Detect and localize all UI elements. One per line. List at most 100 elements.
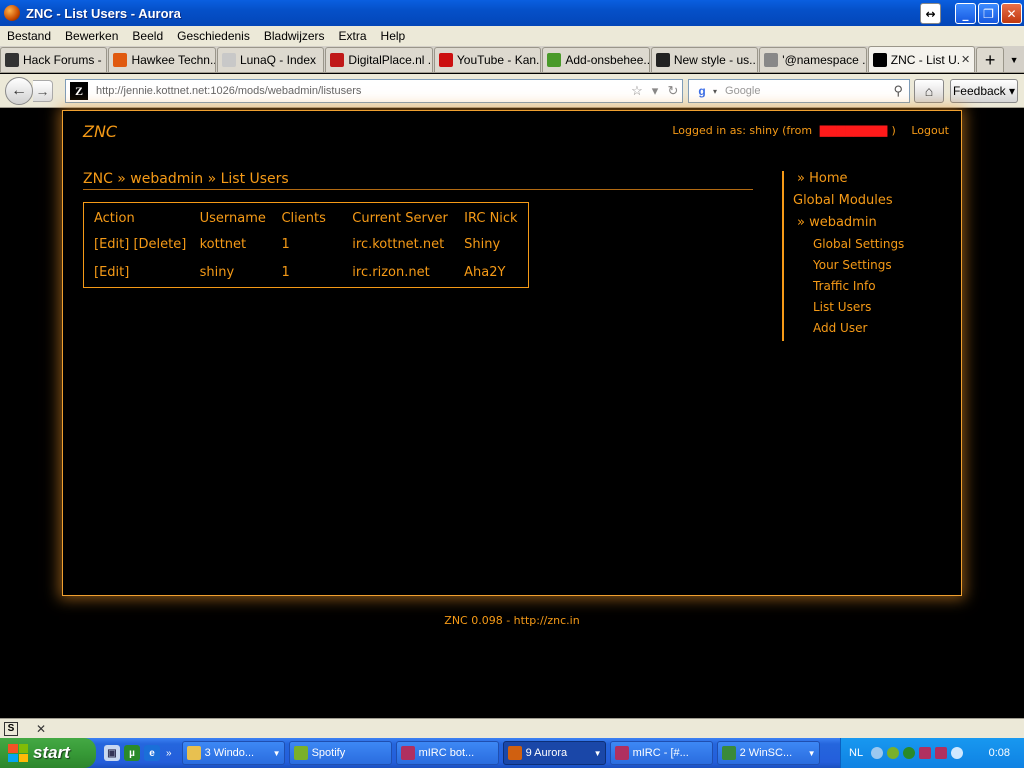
tab-6[interactable]: Add-onsbehee...: [542, 47, 650, 72]
tab-1[interactable]: Hack Forums - ...: [0, 47, 108, 72]
tab-7[interactable]: New style - us...: [650, 47, 759, 72]
window-controls: ↔ _ ❐ ✕: [920, 3, 1022, 24]
close-tab-icon[interactable]: ✕: [961, 53, 970, 66]
utorrent-icon[interactable]: µ: [124, 745, 140, 761]
close-addon-bar-icon[interactable]: ✕: [36, 722, 46, 736]
task-label: Spotify: [311, 747, 346, 759]
taskbar-button[interactable]: 3 Windo... ▼: [181, 741, 285, 765]
menu-extra[interactable]: Extra: [332, 29, 374, 43]
show-desktop-icon[interactable]: ▣: [104, 745, 120, 761]
tab-3[interactable]: LunaQ - Index: [216, 47, 325, 72]
sidebar-item-traffic-info[interactable]: Traffic Info: [813, 279, 876, 293]
sidebar-item-webadmin[interactable]: » webadmin: [797, 215, 877, 230]
cell-server: irc.rizon.net: [352, 265, 430, 280]
tab-label: Hawkee Techn...: [131, 53, 215, 67]
language-indicator[interactable]: NL: [849, 747, 863, 759]
search-engine-dropdown-icon[interactable]: ▾: [713, 87, 717, 96]
group-chevron-icon: ▼: [272, 748, 281, 758]
group-chevron-icon: ▼: [593, 748, 602, 758]
row-actions[interactable]: [Edit] [Delete]: [92, 237, 198, 265]
task-label: mIRC bot...: [418, 747, 475, 759]
taskbar-button[interactable]: mIRC - [#...: [609, 741, 713, 765]
search-bar[interactable]: g ▾ Google ⚲: [688, 79, 910, 103]
col-username: Username: [199, 211, 266, 226]
new-tab-button[interactable]: +: [976, 47, 1005, 72]
login-status: Logged in as: shiny (from ▇▇▇▇▇▇▇▇) Logo…: [672, 124, 949, 137]
task-buttons: 3 Windo... ▼ Spotify mIRC bot... 9 Aurora ▼ mI…: [181, 741, 820, 765]
task-label: mIRC - [#...: [632, 747, 689, 759]
maximize-button[interactable]: ❐: [978, 3, 999, 24]
quick-launch-chevron-icon[interactable]: »: [166, 748, 172, 759]
tab-8[interactable]: '@namespace ...: [759, 47, 867, 72]
redacted-host: ▇▇▇▇▇▇▇▇: [819, 124, 888, 137]
bookmark-star-icon[interactable]: ☆: [628, 83, 646, 99]
tray-utorrent-icon[interactable]: [903, 747, 916, 759]
sidebar-item-global-modules[interactable]: Global Modules: [793, 193, 893, 208]
menu-beeld[interactable]: Beeld: [125, 29, 170, 43]
home-button[interactable]: ⌂: [914, 79, 944, 103]
sidebar-item-global-settings[interactable]: Global Settings: [813, 237, 904, 251]
taskbar-button[interactable]: Spotify: [288, 741, 392, 765]
row-actions[interactable]: [Edit]: [92, 265, 198, 293]
windows-logo-icon: [8, 744, 28, 762]
resize-arrows-icon[interactable]: ↔: [920, 3, 941, 24]
feedback-button[interactable]: Feedback ▾: [950, 79, 1018, 103]
breadcrumb[interactable]: ZNC » webadmin » List Users: [83, 171, 289, 187]
group-chevron-icon: ▼: [807, 748, 816, 758]
dp-icon: [330, 53, 345, 67]
znc-panel: ZNC Logged in as: shiny (from ▇▇▇▇▇▇▇▇) …: [62, 110, 962, 596]
tab-9[interactable]: ZNC - List U... ✕: [867, 46, 976, 72]
tray-mirc-icon[interactable]: [919, 747, 932, 759]
tab-list-chevron-icon[interactable]: ▼: [1004, 47, 1024, 72]
url-dropdown-icon[interactable]: ▾: [646, 83, 664, 99]
table-header-row: Action Username Clients Current Server I…: [92, 209, 528, 237]
tray-mirc-icon-2[interactable]: [935, 747, 948, 759]
task-label: 3 Windo...: [204, 747, 255, 759]
taskbar-button[interactable]: 9 Aurora ▼: [502, 741, 606, 765]
tray-arrow-icon[interactable]: [871, 747, 884, 759]
tab-label: DigitalPlace.nl ...: [348, 53, 432, 67]
sidebar-item-your-settings[interactable]: Your Settings: [813, 258, 892, 272]
tab-4[interactable]: DigitalPlace.nl ...: [325, 47, 433, 72]
clock: 0:08: [988, 747, 1010, 759]
taskbar-button[interactable]: 2 WinSC... ▼: [716, 741, 820, 765]
menu-help[interactable]: Help: [374, 29, 413, 43]
address-bar[interactable]: Z http://jennie.kottnet.net:1026/mods/we…: [65, 79, 683, 103]
col-clients: Clients: [281, 211, 326, 226]
sidebar-item-list-users[interactable]: List Users: [813, 300, 871, 314]
menu-bestand[interactable]: Bestand: [0, 29, 58, 43]
forward-button[interactable]: →: [33, 79, 53, 102]
cell-server: irc.kottnet.net: [352, 237, 445, 252]
taskbar-button[interactable]: mIRC bot...: [395, 741, 499, 765]
aurora-app-icon: [4, 5, 20, 21]
status-bar: S ✕: [0, 718, 1024, 738]
stylish-icon[interactable]: S: [4, 721, 18, 736]
start-button[interactable]: start: [0, 738, 96, 768]
sidebar-item-add-user[interactable]: Add User: [813, 321, 867, 335]
internet-explorer-icon[interactable]: e: [144, 745, 160, 761]
search-placeholder: Google: [725, 85, 761, 97]
back-button[interactable]: ←: [5, 76, 33, 105]
minimize-button[interactable]: _: [955, 3, 976, 24]
logout-link[interactable]: Logout: [911, 124, 949, 137]
sidebar-menu: » Home Global Modules » webadmin Global …: [782, 171, 952, 341]
task-label: 2 WinSC...: [739, 747, 793, 759]
tab-label: LunaQ - Index: [239, 53, 316, 67]
browser-window: ZNC - List Users - Aurora ↔ _ ❐ ✕ Bestan…: [0, 0, 1024, 768]
menu-bladwijzers[interactable]: Bladwijzers: [257, 29, 332, 43]
tab-5[interactable]: YouTube - Kan...: [433, 47, 542, 72]
volume-icon[interactable]: [951, 747, 964, 759]
tray-spotify-icon[interactable]: [887, 747, 900, 759]
sidebar-item-home[interactable]: » Home: [797, 171, 847, 186]
tab-label: Add-onsbehee...: [565, 53, 649, 67]
search-magnifier-icon[interactable]: ⚲: [893, 83, 903, 99]
start-label: start: [33, 743, 70, 762]
menu-bewerken[interactable]: Bewerken: [58, 29, 125, 43]
close-button[interactable]: ✕: [1001, 3, 1022, 24]
menu-geschiedenis[interactable]: Geschiedenis: [170, 29, 257, 43]
tab-2[interactable]: Hawkee Techn...: [108, 47, 216, 72]
znc-logo[interactable]: ZNC: [83, 122, 117, 141]
page-footer[interactable]: ZNC 0.098 - http://znc.in: [0, 614, 1024, 627]
reload-icon[interactable]: ↻: [664, 83, 682, 99]
title-bar: ZNC - List Users - Aurora ↔ _ ❐ ✕: [0, 0, 1024, 26]
